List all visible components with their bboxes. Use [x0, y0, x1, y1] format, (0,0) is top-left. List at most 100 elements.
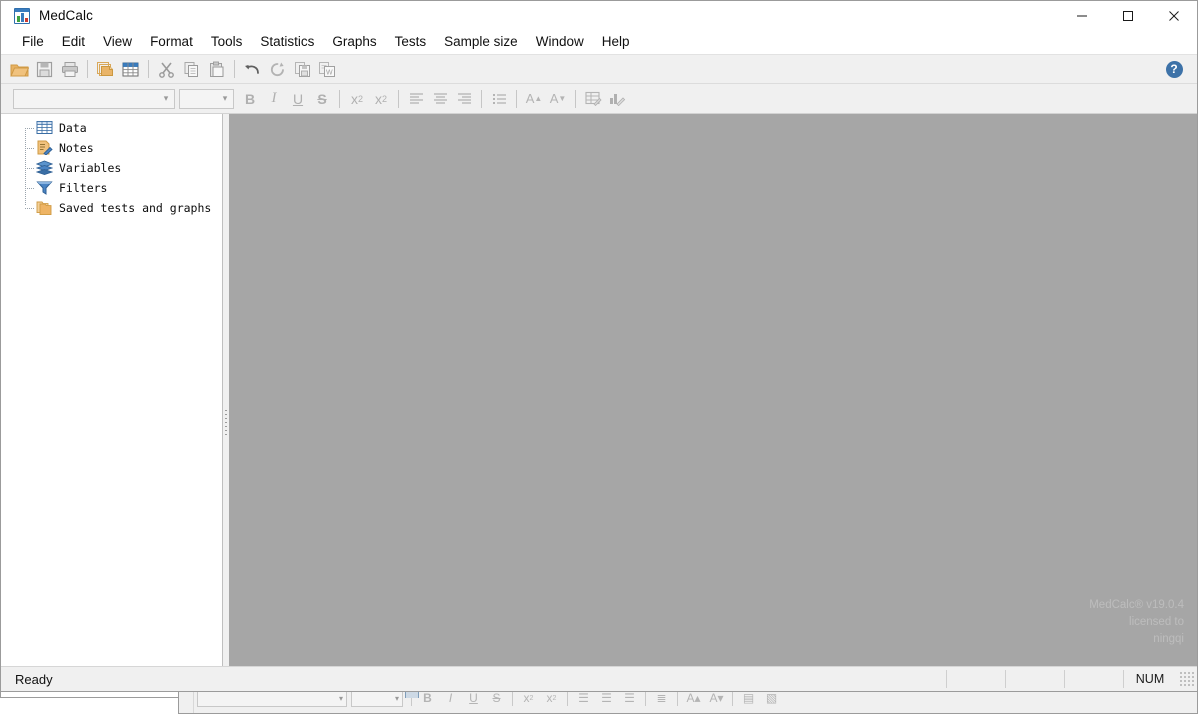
- saved-folder-icon: [36, 200, 53, 216]
- filter-funnel-icon: [36, 180, 53, 196]
- format-separator-3: [481, 90, 482, 108]
- chevron-down-icon-2: ▾: [217, 93, 233, 104]
- bold-button[interactable]: B: [238, 88, 262, 110]
- subscript-base: x: [351, 91, 358, 107]
- edit-graph-icon[interactable]: [605, 88, 629, 110]
- watermark-line-user: ningqi: [1089, 631, 1184, 648]
- menu-bar[interactable]: File Edit View Format Tools Statistics G…: [1, 30, 1197, 54]
- medcalc-main-window: MedCalc File Edit View Format Tools Stat…: [0, 0, 1198, 692]
- background-separator-3: [567, 691, 568, 706]
- paste-icon[interactable]: [204, 57, 229, 81]
- align-center-icon[interactable]: [428, 88, 452, 110]
- new-spreadsheet-icon[interactable]: [118, 57, 143, 81]
- main-toolbar[interactable]: W ?: [1, 54, 1197, 84]
- decrease-font-letter: A: [550, 91, 559, 106]
- background-separator-6: [732, 691, 733, 706]
- underline-button[interactable]: U: [286, 88, 310, 110]
- sidebar-item-data[interactable]: Data: [1, 118, 222, 138]
- sidebar-item-notes[interactable]: Notes: [1, 138, 222, 158]
- data-table-icon: [36, 120, 53, 136]
- decrease-font-size-icon[interactable]: A▼: [546, 88, 570, 110]
- background-separator-5: [677, 691, 678, 706]
- menu-item-statistics[interactable]: Statistics: [251, 32, 323, 52]
- svg-text:W: W: [326, 69, 333, 76]
- help-label: ?: [1166, 61, 1183, 78]
- copy-icon[interactable]: [179, 57, 204, 81]
- notes-edit-icon: [36, 140, 53, 156]
- format-separator-2: [398, 90, 399, 108]
- chevron-down-icon: ▾: [158, 93, 174, 104]
- status-bar: Ready NUM: [1, 666, 1197, 691]
- font-name-combo[interactable]: ▾: [13, 89, 175, 109]
- sidebar-item-label-saved: Saved tests and graphs: [59, 201, 211, 215]
- project-tree-sidebar[interactable]: Data Notes: [1, 114, 223, 666]
- window-body: Data Notes: [1, 114, 1197, 666]
- sidebar-item-label-filters: Filters: [59, 181, 107, 195]
- increase-font-size-icon[interactable]: A▲: [522, 88, 546, 110]
- toolbar-separator-2: [148, 60, 149, 78]
- splitter-grip[interactable]: [225, 410, 227, 438]
- status-num-lock: NUM: [1123, 670, 1176, 688]
- toolbar-separator-1: [87, 60, 88, 78]
- cut-icon[interactable]: [154, 57, 179, 81]
- background-separator-4: [645, 691, 646, 706]
- sidebar-item-variables[interactable]: Variables: [1, 158, 222, 178]
- status-pane-1: [946, 670, 1005, 688]
- variables-layers-icon: [36, 160, 53, 176]
- format-separator-4: [516, 90, 517, 108]
- undo-icon[interactable]: [240, 57, 265, 81]
- window-controls: [1059, 1, 1197, 30]
- tree-stub-1: [25, 128, 35, 129]
- tree-stub-2: [25, 148, 35, 149]
- menu-item-window[interactable]: Window: [527, 32, 593, 52]
- menu-item-format[interactable]: Format: [141, 32, 202, 52]
- sidebar-item-label-data: Data: [59, 121, 87, 135]
- background-separator-2: [512, 691, 513, 706]
- align-right-icon[interactable]: [452, 88, 476, 110]
- subscript-button[interactable]: x2: [345, 88, 369, 110]
- format-separator-1: [339, 90, 340, 108]
- sidebar-item-label-variables: Variables: [59, 161, 121, 175]
- strikethrough-button[interactable]: S: [310, 88, 334, 110]
- edit-table-icon[interactable]: [581, 88, 605, 110]
- new-document-icon[interactable]: [93, 57, 118, 81]
- export-word-icon[interactable]: W: [315, 57, 340, 81]
- menu-item-view[interactable]: View: [94, 32, 141, 52]
- menu-item-file[interactable]: File: [13, 32, 53, 52]
- mdi-client-area[interactable]: MedCalc® v19.0.4 licensed to ningqi: [229, 114, 1197, 666]
- font-size-combo[interactable]: ▾: [179, 89, 234, 109]
- resize-grip-icon[interactable]: [1180, 672, 1194, 686]
- watermark-line-licensed: licensed to: [1089, 614, 1184, 631]
- close-icon[interactable]: [1151, 1, 1197, 30]
- menu-item-help[interactable]: Help: [593, 32, 639, 52]
- menu-item-sample-size[interactable]: Sample size: [435, 32, 527, 52]
- save-file-icon[interactable]: [32, 57, 57, 81]
- redo-icon[interactable]: [265, 57, 290, 81]
- format-toolbar[interactable]: ▾ ▾ B I U S x2 x2: [1, 84, 1197, 114]
- save-results-icon[interactable]: [290, 57, 315, 81]
- increase-font-letter: A: [526, 91, 535, 106]
- print-icon[interactable]: [57, 57, 82, 81]
- italic-button[interactable]: I: [262, 88, 286, 110]
- window-title: MedCalc: [39, 8, 93, 23]
- status-pane-2: [1005, 670, 1064, 688]
- open-file-icon[interactable]: [7, 57, 32, 81]
- subscript-index: 2: [358, 94, 363, 104]
- bullet-list-icon[interactable]: [487, 88, 511, 110]
- superscript-base: x: [375, 91, 382, 107]
- format-separator-5: [575, 90, 576, 108]
- maximize-icon[interactable]: [1105, 1, 1151, 30]
- sidebar-item-filters[interactable]: Filters: [1, 178, 222, 198]
- menu-item-graphs[interactable]: Graphs: [323, 32, 385, 52]
- minimize-icon[interactable]: [1059, 1, 1105, 30]
- tree-stub-5: [25, 208, 35, 209]
- menu-item-tests[interactable]: Tests: [386, 32, 436, 52]
- menu-item-edit[interactable]: Edit: [53, 32, 94, 52]
- superscript-button[interactable]: x2: [369, 88, 393, 110]
- title-bar[interactable]: MedCalc: [1, 1, 1197, 30]
- sidebar-item-saved-tests-and-graphs[interactable]: Saved tests and graphs: [1, 198, 222, 218]
- help-question-icon[interactable]: ?: [1161, 57, 1187, 81]
- menu-item-tools[interactable]: Tools: [202, 32, 252, 52]
- align-left-icon[interactable]: [404, 88, 428, 110]
- status-pane-3: [1064, 670, 1123, 688]
